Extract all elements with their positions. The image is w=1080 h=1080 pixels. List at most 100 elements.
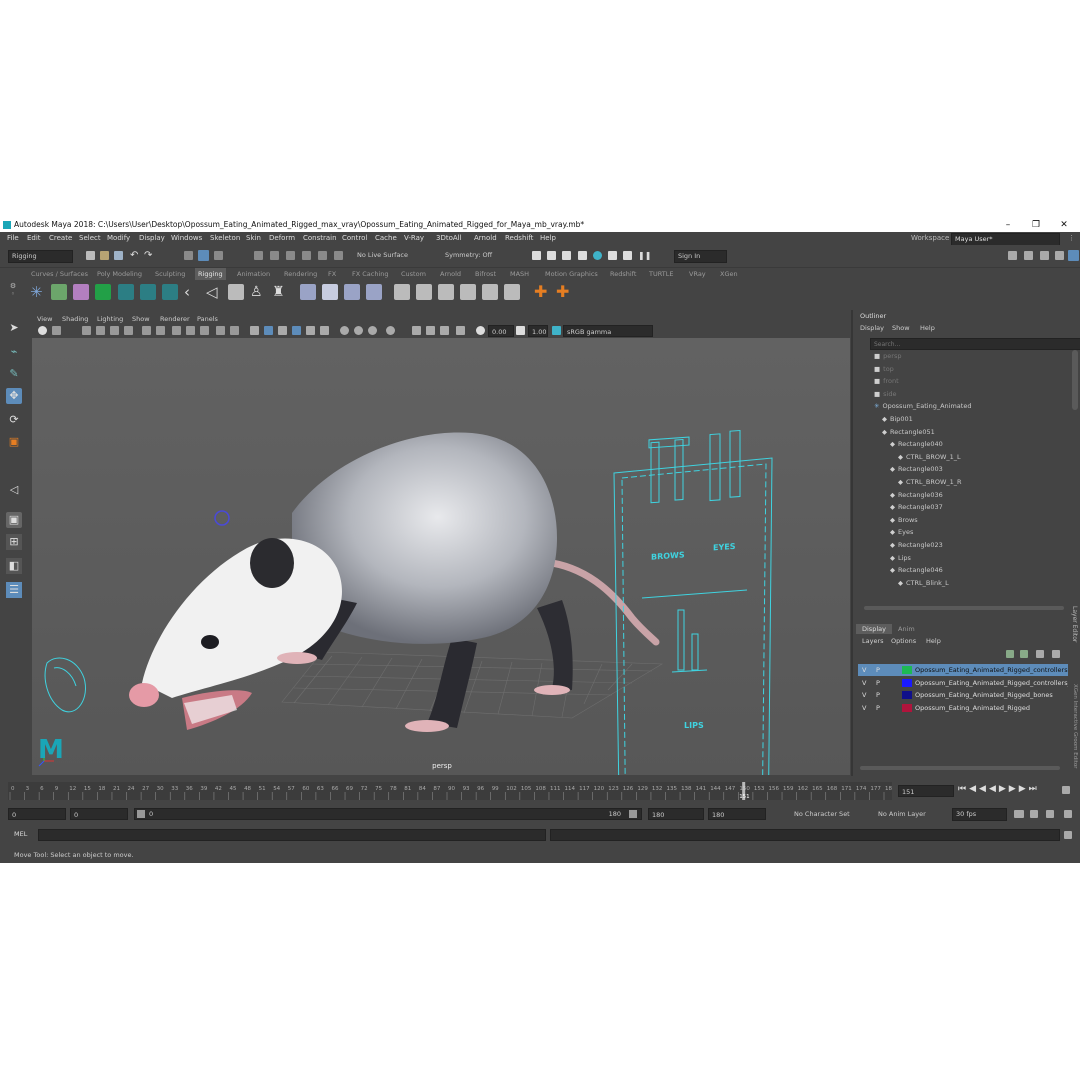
shelf-tab-redshift[interactable]: Redshift	[610, 268, 636, 280]
field-chart-icon[interactable]	[200, 326, 209, 335]
shelf-tab-sculpting[interactable]: Sculpting	[155, 268, 185, 280]
outliner-menu-display[interactable]: Display	[860, 324, 884, 332]
layer-row[interactable]: V P Opossum_Eating_Animated_Rigged_control…	[858, 677, 1068, 689]
outliner-item[interactable]: ◆ CTRL_BROW_1_L	[898, 451, 961, 463]
undo-icon[interactable]: ↶	[130, 251, 139, 261]
layer-row[interactable]: V P Opossum_Eating_Animated_Rigged	[858, 702, 1068, 714]
add-shelf-tool-icon[interactable]: ✚	[534, 284, 550, 300]
outliner-item[interactable]: ◆ CTRL_BROW_1_R	[898, 476, 962, 488]
shelf-tab-arnold[interactable]: Arnold	[440, 268, 461, 280]
shelf-tab-motion-graphics[interactable]: Motion Graphics	[545, 268, 598, 280]
wireframe-on-shaded-icon[interactable]	[278, 326, 287, 335]
scale-constraint-icon[interactable]	[366, 284, 382, 300]
wireframe-icon[interactable]	[250, 326, 259, 335]
outliner-item[interactable]: ■ side	[874, 388, 896, 400]
shelf-tab-xgen[interactable]: XGen	[720, 268, 738, 280]
outliner-item[interactable]: ◆ Rectangle036	[890, 489, 943, 501]
snap-surface-icon[interactable]	[318, 251, 327, 260]
shelf-tab-mash[interactable]: MASH	[510, 268, 529, 280]
range-start-handle[interactable]	[137, 810, 145, 818]
panel-menu-renderer[interactable]: Renderer	[160, 314, 190, 324]
outliner-item[interactable]: ◆ Lips	[890, 552, 911, 564]
shelf-tab-curves-surfaces[interactable]: Curves / Surfaces	[31, 268, 88, 280]
shelf-tab-rendering[interactable]: Rendering	[284, 268, 317, 280]
image-plane-icon[interactable]	[96, 326, 105, 335]
layer-visibility-toggle[interactable]: V	[862, 702, 866, 714]
menu-file[interactable]: File	[7, 232, 19, 245]
snap-grid-icon[interactable]	[254, 251, 263, 260]
view-transform-dropdown[interactable]: sRGB gamma	[563, 325, 653, 337]
outliner-item[interactable]: ◆ Brows	[890, 514, 918, 526]
current-frame-field[interactable]: 151	[898, 785, 954, 797]
menu-redshift[interactable]: Redshift	[505, 232, 533, 245]
menu-scroll-icon[interactable]: ⋮	[1068, 232, 1075, 245]
menu-select[interactable]: Select	[79, 232, 101, 245]
time-slider[interactable]: 0 3 6 9 12 15 18 21 24 27 30 33 36 39 42 45 48 51 54 57 60 63…	[0, 778, 1080, 806]
select-object-icon[interactable]	[198, 250, 209, 261]
normal-constraint-icon[interactable]	[460, 284, 476, 300]
live-surface-label[interactable]: No Live Surface	[357, 251, 408, 259]
outliner-search-input[interactable]	[870, 338, 1080, 350]
tangent-constraint-icon[interactable]	[482, 284, 498, 300]
sound-icon[interactable]	[1046, 810, 1054, 818]
outliner-item[interactable]: ◆ Rectangle040	[890, 438, 943, 450]
camera-select-icon[interactable]	[38, 326, 47, 335]
depth-of-field-icon[interactable]	[386, 326, 395, 335]
menu-skin[interactable]: Skin	[246, 232, 261, 245]
set-driven-key-icon[interactable]	[504, 284, 520, 300]
attribute-editor-icon[interactable]	[1024, 251, 1033, 260]
redshift-render-icon[interactable]	[623, 251, 632, 260]
script-editor-icon[interactable]	[1064, 831, 1072, 839]
menu-windows[interactable]: Windows	[171, 232, 202, 245]
persp-outliner-icon[interactable]: ◧	[6, 558, 22, 574]
outliner-layout-icon[interactable]: ☰	[6, 582, 22, 598]
snap-curve-icon[interactable]	[270, 251, 279, 260]
xray-components-icon[interactable]	[456, 326, 465, 335]
interactive-bind-icon[interactable]	[140, 284, 156, 300]
quick-rig-icon[interactable]: ♜	[272, 284, 288, 300]
panel-menu-view[interactable]: View	[37, 314, 52, 324]
last-tool-icon[interactable]: ◁	[6, 482, 22, 498]
render-settings-icon[interactable]	[562, 251, 571, 260]
panel-menu-shading[interactable]: Shading	[62, 314, 88, 324]
loop-toggle-icon[interactable]	[1062, 786, 1070, 794]
anim-end-field[interactable]: 180	[708, 808, 766, 820]
symmetry-label[interactable]: Symmetry: Off	[445, 251, 492, 259]
layer-editor-side-tab[interactable]: Layer Editor	[1068, 606, 1078, 682]
layer-tab-display[interactable]: Display	[856, 624, 892, 634]
shelf-tab-vray[interactable]: VRay	[689, 268, 706, 280]
motion-blur-icon[interactable]	[354, 326, 363, 335]
point-constraint-icon[interactable]	[300, 284, 316, 300]
joint-tool-icon[interactable]: ✳	[30, 284, 46, 300]
layer-visibility-toggle[interactable]: V	[862, 689, 866, 701]
grid-toggle-icon[interactable]	[142, 326, 151, 335]
layer-color-swatch[interactable]	[902, 678, 912, 687]
menu-arnold[interactable]: Arnold	[474, 232, 497, 245]
layer-move-down-icon[interactable]	[1020, 650, 1028, 658]
layer-color-swatch[interactable]	[902, 691, 912, 700]
playback-start-field[interactable]: 0	[70, 808, 128, 820]
layer-move-up-icon[interactable]	[1006, 650, 1014, 658]
outliner-item[interactable]: ◆ CTRL_Blink_L	[898, 577, 949, 589]
ik-spline-icon[interactable]	[73, 284, 89, 300]
panel-menu-lighting[interactable]: Lighting	[97, 314, 123, 324]
playback-end-field[interactable]: 180	[648, 808, 704, 820]
bind-skin-icon[interactable]	[95, 284, 111, 300]
new-layer-selected-icon[interactable]	[1052, 650, 1060, 658]
menu-cache[interactable]: Cache	[375, 232, 397, 245]
shelf-tab-turtle[interactable]: TURTLE	[649, 268, 673, 280]
panel-menu-panels[interactable]: Panels	[197, 314, 218, 324]
lasso-tool-icon[interactable]: ⌁	[6, 344, 22, 360]
outliner-item[interactable]: ◆ Bip001	[882, 413, 913, 425]
outliner-item[interactable]: ■ front	[874, 375, 899, 387]
paint-select-icon[interactable]: ✎	[6, 366, 22, 382]
shelf-options-icon[interactable]: ⚙ ◦	[4, 282, 22, 308]
bookmark-icon[interactable]	[82, 326, 91, 335]
outliner-item[interactable]: ✳ Opossum_Eating_Animated	[874, 400, 971, 412]
menu-create[interactable]: Create	[49, 232, 72, 245]
safe-title-icon[interactable]	[230, 326, 239, 335]
select-hierarchy-icon[interactable]	[184, 251, 193, 260]
ipr-render-icon[interactable]	[547, 251, 556, 260]
select-component-icon[interactable]	[214, 251, 223, 260]
move-tool-icon[interactable]: ✥	[6, 388, 22, 404]
